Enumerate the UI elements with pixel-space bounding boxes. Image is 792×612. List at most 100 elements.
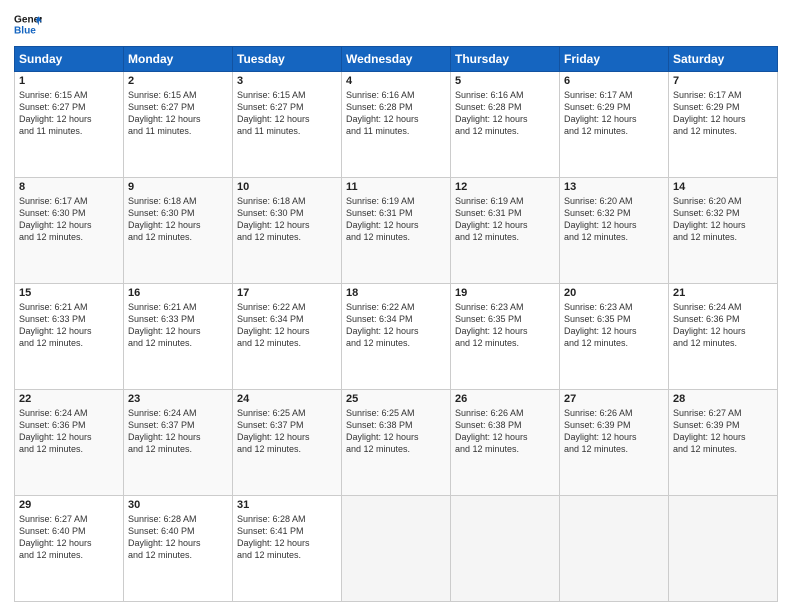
day-number: 28 [673, 393, 773, 405]
day-number: 11 [346, 181, 446, 193]
calendar-day-cell: 24Sunrise: 6:25 AMSunset: 6:37 PMDayligh… [233, 390, 342, 496]
calendar-day-cell: 16 Sunrise: 6:21 AMSunset: 6:33 PMDayligh… [124, 284, 233, 390]
calendar-day-cell [669, 496, 778, 602]
day-info: Sunrise: 6:24 AMSunset: 6:36 PMDaylight:… [673, 301, 773, 350]
calendar-day-cell: 30 Sunrise: 6:28 AMSunset: 6:40 PMDayligh… [124, 496, 233, 602]
calendar-week-row: 15 Sunrise: 6:21 AMSunset: 6:33 PMDayligh… [15, 284, 778, 390]
day-info: Sunrise: 6:24 AMSunset: 6:36 PMDaylight:… [19, 407, 119, 456]
day-info: Sunrise: 6:19 AMSunset: 6:31 PMDaylight:… [455, 195, 555, 244]
day-info: Sunrise: 6:17 AMSunset: 6:29 PMDaylight:… [564, 89, 664, 138]
calendar-day-cell: 11 Sunrise: 6:19 AMSunset: 6:31 PMDayligh… [342, 178, 451, 284]
calendar-week-row: 8Sunrise: 6:17 AMSunset: 6:30 PMDaylight… [15, 178, 778, 284]
calendar-day-cell: 29Sunrise: 6:27 AMSunset: 6:40 PMDayligh… [15, 496, 124, 602]
calendar-day-cell [342, 496, 451, 602]
calendar-day-cell [451, 496, 560, 602]
calendar-day-cell: 23 Sunrise: 6:24 AMSunset: 6:37 PMDayligh… [124, 390, 233, 496]
calendar-day-cell: 31 Sunrise: 6:28 AMSunset: 6:41 PMDayligh… [233, 496, 342, 602]
weekday-header: Monday [124, 47, 233, 72]
day-number: 23 [128, 393, 228, 405]
day-number: 3 [237, 75, 337, 87]
calendar-day-cell: 18Sunrise: 6:22 AMSunset: 6:34 PMDayligh… [342, 284, 451, 390]
day-number: 10 [237, 181, 337, 193]
day-info: Sunrise: 6:20 AMSunset: 6:32 PMDaylight:… [673, 195, 773, 244]
day-number: 1 [19, 75, 119, 87]
calendar-day-cell: 22 Sunrise: 6:24 AMSunset: 6:36 PMDayligh… [15, 390, 124, 496]
day-number: 17 [237, 287, 337, 299]
day-number: 6 [564, 75, 664, 87]
day-info: Sunrise: 6:23 AMSunset: 6:35 PMDaylight:… [564, 301, 664, 350]
day-number: 12 [455, 181, 555, 193]
day-info: Sunrise: 6:24 AMSunset: 6:37 PMDaylight:… [128, 407, 228, 456]
day-number: 26 [455, 393, 555, 405]
calendar-day-cell: 2 Sunrise: 6:15 AMSunset: 6:27 PMDaylight… [124, 72, 233, 178]
day-number: 14 [673, 181, 773, 193]
day-info: Sunrise: 6:17 AMSunset: 6:29 PMDaylight:… [673, 89, 773, 138]
day-number: 25 [346, 393, 446, 405]
day-number: 15 [19, 287, 119, 299]
calendar-day-cell: 28Sunrise: 6:27 AMSunset: 6:39 PMDayligh… [669, 390, 778, 496]
day-number: 16 [128, 287, 228, 299]
svg-text:Blue: Blue [14, 25, 36, 36]
day-number: 21 [673, 287, 773, 299]
day-number: 13 [564, 181, 664, 193]
day-number: 27 [564, 393, 664, 405]
calendar-day-cell: 13 Sunrise: 6:20 AMSunset: 6:32 PMDayligh… [560, 178, 669, 284]
calendar-day-cell: 1 Sunrise: 6:15 AMSunset: 6:27 PMDaylight… [15, 72, 124, 178]
day-info: Sunrise: 6:19 AMSunset: 6:31 PMDaylight:… [346, 195, 446, 244]
day-info: Sunrise: 6:28 AMSunset: 6:40 PMDaylight:… [128, 513, 228, 562]
weekday-header: Wednesday [342, 47, 451, 72]
weekday-header: Sunday [15, 47, 124, 72]
day-number: 9 [128, 181, 228, 193]
calendar-day-cell: 10 Sunrise: 6:18 AMSunset: 6:30 PMDayligh… [233, 178, 342, 284]
calendar-week-row: 29Sunrise: 6:27 AMSunset: 6:40 PMDayligh… [15, 496, 778, 602]
calendar-day-cell: 9Sunrise: 6:18 AMSunset: 6:30 PMDaylight… [124, 178, 233, 284]
generalblue-logo-icon: General Blue [14, 10, 42, 38]
day-info: Sunrise: 6:15 AMSunset: 6:27 PMDaylight:… [128, 89, 228, 138]
day-number: 30 [128, 499, 228, 511]
day-info: Sunrise: 6:20 AMSunset: 6:32 PMDaylight:… [564, 195, 664, 244]
day-number: 2 [128, 75, 228, 87]
header: General Blue [14, 10, 778, 38]
day-number: 7 [673, 75, 773, 87]
calendar-day-cell: 12 Sunrise: 6:19 AMSunset: 6:31 PMDayligh… [451, 178, 560, 284]
calendar-day-cell: 7 Sunrise: 6:17 AMSunset: 6:29 PMDaylight… [669, 72, 778, 178]
day-info: Sunrise: 6:16 AMSunset: 6:28 PMDaylight:… [455, 89, 555, 138]
calendar-day-cell: 21 Sunrise: 6:24 AMSunset: 6:36 PMDayligh… [669, 284, 778, 390]
day-number: 31 [237, 499, 337, 511]
calendar-body: 1 Sunrise: 6:15 AMSunset: 6:27 PMDaylight… [15, 72, 778, 602]
calendar-header-row: SundayMondayTuesdayWednesdayThursdayFrid… [15, 47, 778, 72]
calendar-day-cell: 3 Sunrise: 6:15 AMSunset: 6:27 PMDaylight… [233, 72, 342, 178]
calendar-day-cell: 26 Sunrise: 6:26 AMSunset: 6:38 PMDayligh… [451, 390, 560, 496]
weekday-header: Saturday [669, 47, 778, 72]
day-info: Sunrise: 6:25 AMSunset: 6:37 PMDaylight:… [237, 407, 337, 456]
weekday-header: Thursday [451, 47, 560, 72]
calendar-day-cell: 25 Sunrise: 6:25 AMSunset: 6:38 PMDayligh… [342, 390, 451, 496]
day-number: 5 [455, 75, 555, 87]
day-info: Sunrise: 6:28 AMSunset: 6:41 PMDaylight:… [237, 513, 337, 562]
day-number: 20 [564, 287, 664, 299]
day-info: Sunrise: 6:18 AMSunset: 6:30 PMDaylight:… [237, 195, 337, 244]
day-info: Sunrise: 6:27 AMSunset: 6:40 PMDaylight:… [19, 513, 119, 562]
day-number: 19 [455, 287, 555, 299]
day-number: 18 [346, 287, 446, 299]
day-number: 22 [19, 393, 119, 405]
calendar-day-cell: 5 Sunrise: 6:16 AMSunset: 6:28 PMDaylight… [451, 72, 560, 178]
day-info: Sunrise: 6:16 AMSunset: 6:28 PMDaylight:… [346, 89, 446, 138]
calendar-day-cell [560, 496, 669, 602]
calendar-day-cell: 4 Sunrise: 6:16 AMSunset: 6:28 PMDaylight… [342, 72, 451, 178]
day-info: Sunrise: 6:25 AMSunset: 6:38 PMDaylight:… [346, 407, 446, 456]
day-info: Sunrise: 6:23 AMSunset: 6:35 PMDaylight:… [455, 301, 555, 350]
day-number: 4 [346, 75, 446, 87]
day-info: Sunrise: 6:15 AMSunset: 6:27 PMDaylight:… [237, 89, 337, 138]
calendar-day-cell: 6 Sunrise: 6:17 AMSunset: 6:29 PMDaylight… [560, 72, 669, 178]
weekday-header: Tuesday [233, 47, 342, 72]
calendar-table: SundayMondayTuesdayWednesdayThursdayFrid… [14, 46, 778, 602]
calendar-day-cell: 8Sunrise: 6:17 AMSunset: 6:30 PMDaylight… [15, 178, 124, 284]
page: General Blue SundayMondayTuesdayWednesda… [0, 0, 792, 612]
day-info: Sunrise: 6:21 AMSunset: 6:33 PMDaylight:… [19, 301, 119, 350]
calendar-day-cell: 20 Sunrise: 6:23 AMSunset: 6:35 PMDayligh… [560, 284, 669, 390]
calendar-day-cell: 14 Sunrise: 6:20 AMSunset: 6:32 PMDayligh… [669, 178, 778, 284]
day-info: Sunrise: 6:26 AMSunset: 6:38 PMDaylight:… [455, 407, 555, 456]
day-info: Sunrise: 6:15 AMSunset: 6:27 PMDaylight:… [19, 89, 119, 138]
day-info: Sunrise: 6:21 AMSunset: 6:33 PMDaylight:… [128, 301, 228, 350]
